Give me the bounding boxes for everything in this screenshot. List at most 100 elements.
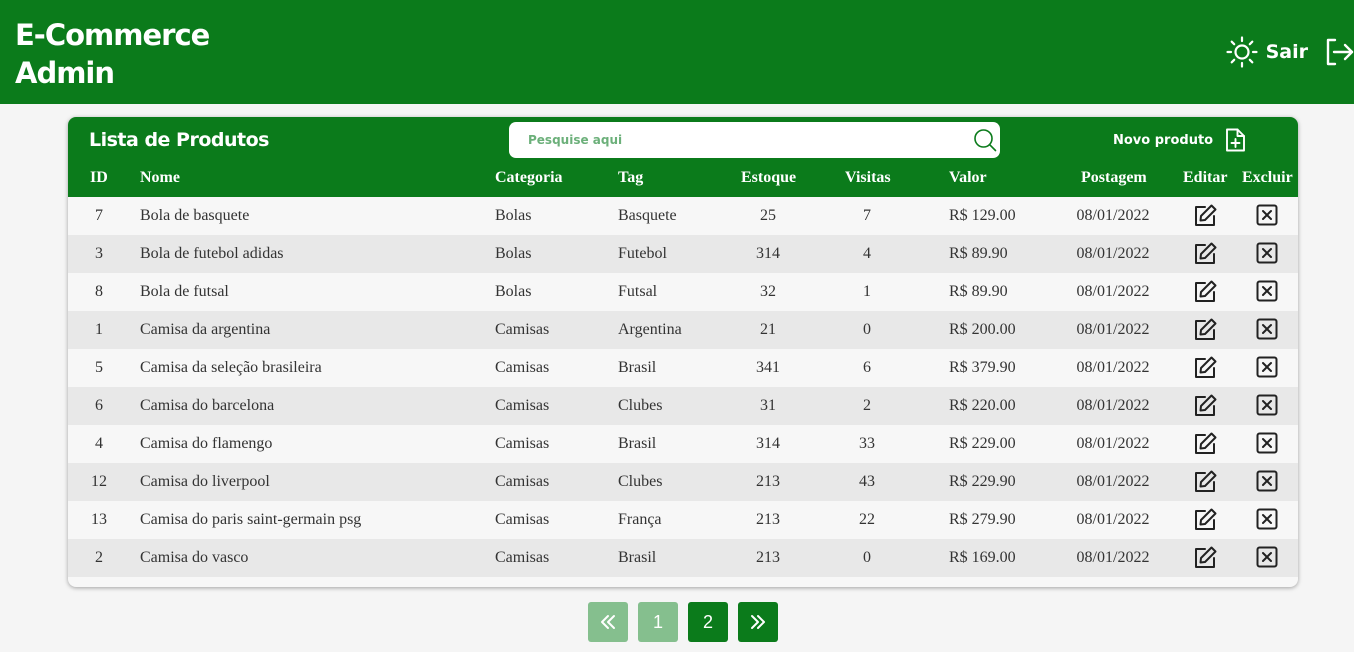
delete-icon[interactable] xyxy=(1256,508,1278,530)
cell-nome: Bola de futsal xyxy=(140,283,229,300)
cell-id: 5 xyxy=(95,359,103,376)
cell-nome: Bola de basquete xyxy=(140,207,250,224)
cell-visitas: 22 xyxy=(859,511,875,528)
edit-icon[interactable] xyxy=(1192,355,1218,381)
cell-categoria: Camisas xyxy=(495,359,550,376)
sun-icon[interactable] xyxy=(1226,36,1258,68)
cell-nome: Camisa do paris saint-germain psg xyxy=(140,511,362,528)
page-button-2[interactable]: 2 xyxy=(688,602,728,642)
brand-logo[interactable]: E-Commerce Admin xyxy=(15,16,210,92)
cell-nome: Camisa do liverpool xyxy=(140,473,270,490)
cell-id: 6 xyxy=(95,397,103,414)
edit-icon[interactable] xyxy=(1192,317,1218,343)
cell-tag: Basquete xyxy=(618,207,677,224)
cell-postagem: 08/01/2022 xyxy=(1076,397,1150,414)
cell-categoria: Bolas xyxy=(495,207,532,224)
cell-categoria: Camisas xyxy=(495,511,550,528)
cell-tag: Clubes xyxy=(618,473,663,490)
cell-id: 3 xyxy=(95,245,103,262)
delete-icon[interactable] xyxy=(1256,470,1278,492)
cell-visitas: 0 xyxy=(863,549,871,566)
edit-icon[interactable] xyxy=(1192,431,1218,457)
edit-icon[interactable] xyxy=(1192,393,1218,419)
cell-id: 13 xyxy=(91,511,107,528)
cell-valor: R$ 279.90 xyxy=(949,511,1016,528)
cell-postagem: 08/01/2022 xyxy=(1076,473,1150,490)
new-product-button[interactable]: Novo produto xyxy=(1113,128,1246,152)
cell-postagem: 08/01/2022 xyxy=(1076,245,1150,262)
cell-visitas: 4 xyxy=(863,245,871,262)
table-row: 13 Camisa do paris saint-germain psg Camis… xyxy=(68,501,1298,539)
edit-icon[interactable] xyxy=(1192,203,1218,229)
edit-icon[interactable] xyxy=(1192,507,1218,533)
delete-icon[interactable] xyxy=(1256,204,1278,226)
cell-tag: Brasil xyxy=(618,549,657,566)
edit-icon[interactable] xyxy=(1192,241,1218,267)
cell-tag: Futebol xyxy=(618,245,667,262)
search-icon[interactable] xyxy=(973,128,997,152)
cell-estoque: 32 xyxy=(760,283,776,300)
search-box xyxy=(509,122,1000,158)
column-header-excluir: Excluir xyxy=(1242,169,1293,186)
cell-estoque: 21 xyxy=(760,321,776,338)
cell-valor: R$ 89.90 xyxy=(949,283,1008,300)
cell-categoria: Bolas xyxy=(495,245,532,262)
cell-nome: Camisa da seleção brasileira xyxy=(140,359,322,376)
cell-estoque: 213 xyxy=(756,549,780,566)
cell-tag: Clubes xyxy=(618,397,663,414)
column-header-visitas: Visitas xyxy=(845,169,891,186)
search-input[interactable] xyxy=(509,122,964,158)
cell-estoque: 213 xyxy=(756,511,780,528)
edit-icon[interactable] xyxy=(1192,279,1218,305)
cell-postagem: 08/01/2022 xyxy=(1076,321,1150,338)
table-row: 4 Camisa do flamengo Camisas Brasil 314 33 R$ … xyxy=(68,425,1298,463)
delete-icon[interactable] xyxy=(1256,394,1278,416)
brand-line-1: E-Commerce xyxy=(15,18,210,52)
table-row: 3 Bola de futebol adidas Bolas Futebol 314 4 R… xyxy=(68,235,1298,273)
cell-valor: R$ 129.00 xyxy=(949,207,1016,224)
edit-icon[interactable] xyxy=(1192,469,1218,495)
cell-estoque: 25 xyxy=(760,207,776,224)
cell-visitas: 33 xyxy=(859,435,875,452)
products-card-header: Lista de Produtos Novo produto ID Nome C… xyxy=(68,117,1298,197)
table-row: 7 Bola de basquete Bolas Basquete 25 7 R$ 129.… xyxy=(68,197,1298,235)
column-header-editar: Editar xyxy=(1183,169,1228,186)
column-header-nome: Nome xyxy=(140,169,180,186)
table-row: 5 Camisa da seleção brasileira Camisas Bras… xyxy=(68,349,1298,387)
cell-postagem: 08/01/2022 xyxy=(1076,549,1150,566)
cell-postagem: 08/01/2022 xyxy=(1076,511,1150,528)
cell-visitas: 1 xyxy=(863,283,871,300)
delete-icon[interactable] xyxy=(1256,242,1278,264)
cell-id: 8 xyxy=(95,283,103,300)
cell-tag: França xyxy=(618,511,662,528)
edit-icon[interactable] xyxy=(1192,545,1218,571)
cell-valor: R$ 229.00 xyxy=(949,435,1016,452)
table-row: 2 Camisa do vasco Camisas Brasil 213 0 R$ 169.… xyxy=(68,539,1298,577)
cell-postagem: 08/01/2022 xyxy=(1076,435,1150,452)
cell-categoria: Camisas xyxy=(495,549,550,566)
delete-icon[interactable] xyxy=(1256,280,1278,302)
logout-icon[interactable] xyxy=(1324,37,1354,67)
page-button-1[interactable]: 1 xyxy=(638,602,678,642)
column-header-valor: Valor xyxy=(949,169,987,186)
last-page-button[interactable] xyxy=(738,602,778,642)
delete-icon[interactable] xyxy=(1256,318,1278,340)
first-page-button[interactable] xyxy=(588,602,628,642)
cell-categoria: Camisas xyxy=(495,397,550,414)
column-header-postagem: Postagem xyxy=(1081,169,1147,186)
cell-nome: Camisa do flamengo xyxy=(140,435,273,452)
cell-valor: R$ 220.00 xyxy=(949,397,1016,414)
delete-icon[interactable] xyxy=(1256,432,1278,454)
delete-icon[interactable] xyxy=(1256,356,1278,378)
file-plus-icon xyxy=(1226,128,1246,152)
cell-tag: Futsal xyxy=(618,283,658,300)
logout-button[interactable]: Sair xyxy=(1266,41,1308,63)
cell-postagem: 08/01/2022 xyxy=(1076,283,1150,300)
cell-id: 12 xyxy=(91,473,107,490)
cell-categoria: Camisas xyxy=(495,473,550,490)
cell-id: 4 xyxy=(95,435,103,452)
cell-id: 1 xyxy=(95,321,103,338)
column-header-tag: Tag xyxy=(618,169,644,186)
delete-icon[interactable] xyxy=(1256,546,1278,568)
chevrons-left-icon xyxy=(601,615,615,629)
